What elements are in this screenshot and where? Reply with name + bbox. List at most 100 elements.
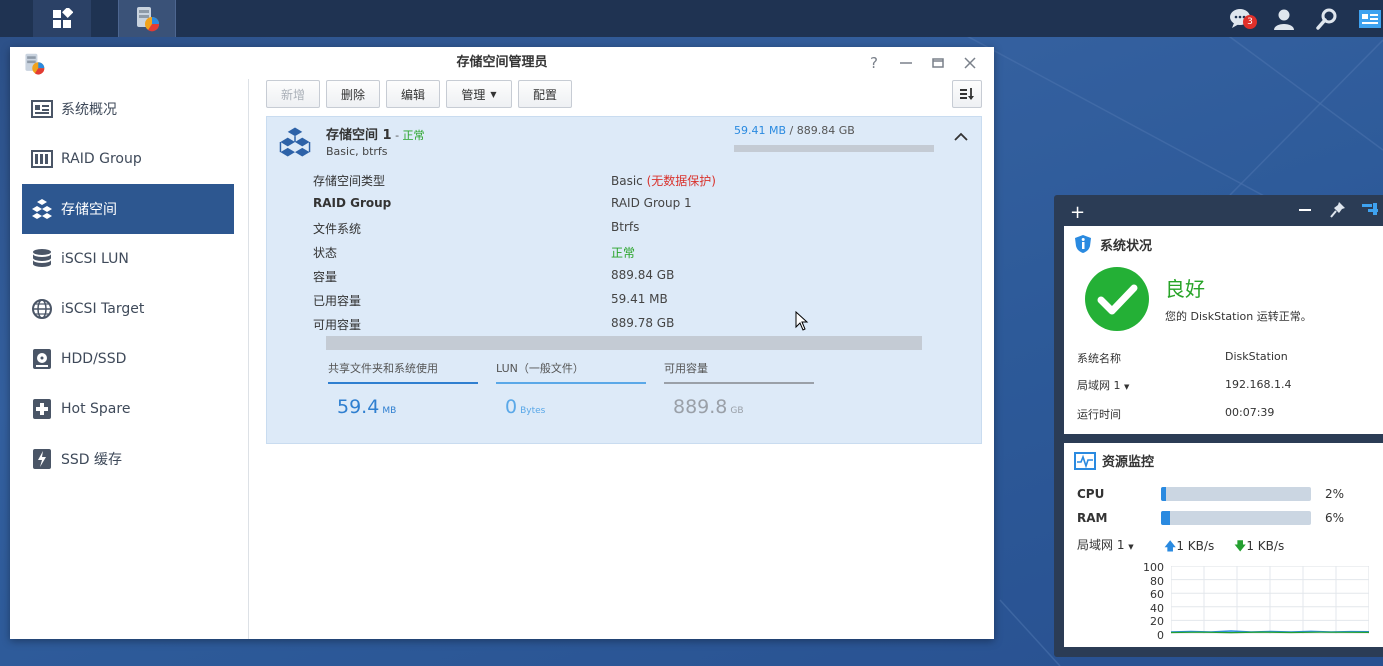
usage-tab-value: 0 Bytes [496, 396, 646, 418]
widget-minimize-button[interactable] [1298, 201, 1312, 223]
sidebar: 系统概况 RAID Group 存储空间 iSCSI LUN iSCSI Tar… [10, 79, 249, 639]
sidebar-item-raid-group[interactable]: RAID Group [22, 134, 234, 184]
system-health-title: 系统状况 [1100, 238, 1153, 254]
network-series-line [1171, 631, 1369, 634]
cpu-label: CPU [1077, 487, 1105, 501]
window-titlebar[interactable]: 存储空间管理员 ? [10, 47, 994, 79]
network-label: 局域网 1 [1077, 538, 1125, 552]
sidebar-item-label: 存储空间 [61, 202, 117, 218]
info-label: 运行时间 [1077, 408, 1121, 421]
volume-type-note: (无数据保护) [646, 174, 716, 188]
download-speed: 🡇1 KB/s [1234, 537, 1284, 558]
volume-type: Basic [611, 174, 643, 188]
maximize-button[interactable] [928, 53, 948, 73]
chart-y-axis: 100 80 60 40 20 0 [1134, 561, 1164, 643]
cpu-bar [1161, 487, 1311, 501]
usage-number: 889.8 [673, 396, 728, 418]
minimize-button[interactable] [896, 53, 916, 73]
hot-spare-plus-icon [31, 398, 53, 420]
arrow-up-icon: 🡅 [1164, 539, 1177, 553]
info-value: 192.168.1.4 [1225, 378, 1292, 391]
minimize-icon [900, 62, 912, 64]
sort-button[interactable] [952, 80, 982, 108]
sidebar-item-iscsi-lun[interactable]: iSCSI LUN [22, 234, 234, 284]
sidebar-item-ssd-cache[interactable]: SSD 缓存 [22, 434, 234, 484]
cpu-bar-fill [1161, 487, 1166, 501]
detail-label: 存储空间类型 [313, 174, 386, 188]
sidebar-item-hdd-ssd[interactable]: HDD/SSD [22, 334, 234, 384]
usage-tab-underline [664, 382, 814, 384]
mouse-cursor-icon [795, 311, 809, 331]
widget-collapse-button[interactable] [1360, 201, 1378, 221]
caret-down-icon: ▼ [1128, 543, 1134, 551]
arrow-down-icon: 🡇 [1234, 539, 1247, 553]
usage-tab-value: 889.8 GB [664, 396, 814, 418]
usage-unit: Bytes [520, 406, 546, 416]
widgets-button[interactable] [1350, 0, 1383, 37]
collapse-button[interactable] [954, 131, 968, 146]
help-button[interactable]: ? [864, 53, 884, 73]
usage-tab-lun[interactable]: LUN（一般文件） 0 Bytes [496, 360, 646, 418]
detail-value: Btrfs [611, 220, 640, 234]
detail-label: 已用容量 [313, 294, 362, 308]
new-button[interactable]: 新增 [266, 80, 320, 108]
volume-panel: 存储空间 1 - 正常 Basic, btrfs 59.41 MB / 889.… [266, 116, 982, 444]
sidebar-item-overview[interactable]: 系统概况 [22, 84, 234, 134]
notification-badge: 3 [1243, 15, 1257, 29]
widget-pin-button[interactable] [1330, 201, 1346, 223]
main-menu-button[interactable] [33, 0, 91, 37]
close-button[interactable] [960, 53, 980, 73]
detail-label: 容量 [313, 270, 338, 284]
delete-button[interactable]: 删除 [326, 80, 380, 108]
lan-selector[interactable]: 局域网 1 ▼ [1077, 377, 1129, 393]
config-button[interactable]: 配置 [518, 80, 572, 108]
notifications-button[interactable]: 3 [1221, 0, 1261, 37]
ram-label: RAM [1077, 511, 1108, 525]
plus-icon: + [1070, 202, 1086, 223]
ssd-cache-icon [31, 448, 53, 470]
y-tick: 80 [1150, 574, 1164, 588]
caret-down-icon: ▼ [1124, 383, 1130, 391]
apps-grid-icon [53, 7, 73, 28]
close-icon [964, 57, 976, 69]
add-widget-button[interactable]: + [1070, 202, 1085, 223]
user-icon [1274, 9, 1294, 30]
y-tick: 100 [1143, 561, 1164, 574]
detail-label: RAID Group [313, 196, 392, 210]
usage-tab-free[interactable]: 可用容量 889.8 GB [664, 360, 814, 418]
user-button[interactable] [1264, 0, 1304, 37]
storage-manager-icon [137, 6, 160, 31]
content-area: 新增 删除 编辑 管理 ▼ 配置 存储空间 1 - 正常 Basic, btrf… [250, 79, 994, 639]
healthy-check-icon [1085, 267, 1149, 331]
sidebar-item-volume[interactable]: 存储空间 [22, 184, 234, 234]
detail-value: RAID Group 1 [611, 196, 692, 210]
detail-label: 状态 [313, 246, 338, 260]
volume-name-line: 存储空间 1 - 正常 [326, 124, 425, 143]
resource-monitor-widget: 资源监控 CPU 2% RAM 6% 局域网 1 ▼ 🡅1 KB/s 🡇1 KB… [1064, 443, 1383, 647]
detail-value: 889.78 GB [611, 316, 675, 330]
sidebar-item-iscsi-target[interactable]: iSCSI Target [22, 284, 234, 334]
sidebar-item-label: Hot Spare [61, 401, 131, 417]
sidebar-item-hot-spare[interactable]: Hot Spare [22, 384, 234, 434]
sidebar-item-label: HDD/SSD [61, 351, 127, 367]
taskbar-storage-manager[interactable] [118, 0, 176, 37]
detail-value: 59.41 MB [611, 292, 668, 306]
widget-panel: + 系统状况 良好 您的 DiskStation 运转正常。 系统名称 Disk… [1054, 195, 1383, 657]
network-selector[interactable]: 局域网 1 ▼ [1077, 536, 1134, 553]
caret-down-icon: ▼ [490, 89, 497, 99]
sidebar-item-label: iSCSI Target [61, 301, 145, 317]
info-label: 系统名称 [1077, 352, 1121, 365]
info-label: 局域网 1 [1077, 379, 1121, 392]
total-size: / 889.84 GB [786, 124, 855, 137]
sidebar-item-label: 系统概况 [61, 102, 117, 118]
detail-label: 文件系统 [313, 222, 362, 236]
info-value: 00:07:39 [1225, 406, 1275, 419]
usage-bar [326, 336, 922, 350]
detail-value: 正常 [611, 246, 636, 260]
search-button[interactable] [1307, 0, 1347, 37]
sort-icon [960, 88, 974, 100]
cpu-value: 2% [1325, 487, 1345, 501]
usage-tab-shared[interactable]: 共享文件夹和系统使用 59.4 MB [328, 360, 478, 418]
edit-button[interactable]: 编辑 [386, 80, 440, 108]
manage-dropdown-button[interactable]: 管理 ▼ [446, 80, 512, 108]
